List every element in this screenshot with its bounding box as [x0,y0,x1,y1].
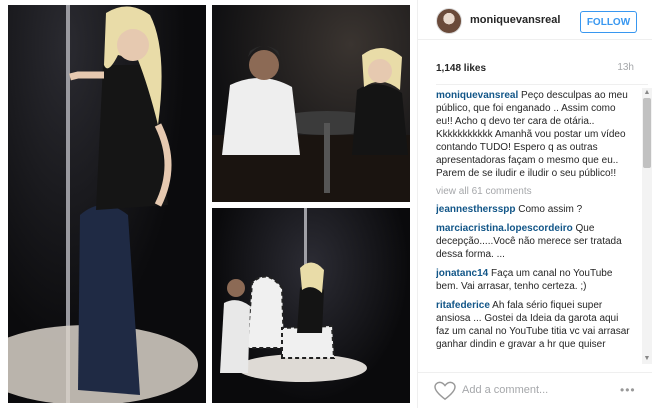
photo-woman-on-pole [8,5,206,403]
instagram-post: moniquevansreal FOLLOW 1,148 likes 13h m… [0,0,652,408]
comment-item: jeannesthersspp Como assim ? [436,203,632,216]
scrollbar-thumb[interactable] [643,98,651,168]
comment-item: marciacristina.lopescordeiro Que decepçã… [436,222,632,261]
scroll-up-icon[interactable]: ▲ [643,89,651,97]
comments-list[interactable]: moniquevansreal Peço desculpas ao meu pú… [436,84,648,366]
follow-button[interactable]: FOLLOW [580,11,637,33]
caption-username[interactable]: moniquevansreal [436,90,518,101]
caption: moniquevansreal Peço desculpas ao meu pú… [436,89,632,180]
comments-scrollbar[interactable]: ▲ ▼ [642,88,652,364]
avatar[interactable] [436,8,462,34]
scroll-down-icon[interactable]: ▼ [643,355,651,363]
post-timestamp[interactable]: 13h [617,62,634,73]
comment-username[interactable]: marciacristina.lopescordeiro [436,223,573,234]
post-stats: 1,148 likes 13h [436,62,634,74]
post-header: moniquevansreal FOLLOW [418,0,652,40]
comment-item: jonatanc14 Faça um canal no YouTube bem.… [436,267,632,293]
post-sidebar: moniquevansreal FOLLOW 1,148 likes 13h m… [417,0,652,408]
comment-username[interactable]: ritafederice [436,300,490,311]
add-comment-bar: Add a comment... ••• [418,372,652,408]
comment-item: ritafederice Ah fala sério fiquei super … [436,299,632,351]
post-photo-collage[interactable] [0,0,416,408]
ellipsis-icon[interactable]: ••• [620,383,636,397]
comment-text: Como assim ? [518,204,583,215]
photo-conversation-at-table [212,5,410,202]
add-comment-input[interactable]: Add a comment... [462,384,548,396]
comment-username[interactable]: jeannesthersspp [436,204,515,215]
view-all-comments-link[interactable]: view all 61 comments [436,186,648,197]
username-link[interactable]: moniquevansreal [470,14,560,26]
heart-icon[interactable] [434,381,456,401]
likes-count[interactable]: 1,148 likes [436,63,486,74]
caption-text: Peço desculpas ao meu público, que foi e… [436,90,628,179]
photo-zebra-chair-stage [212,208,410,403]
comment-username[interactable]: jonatanc14 [436,268,488,279]
